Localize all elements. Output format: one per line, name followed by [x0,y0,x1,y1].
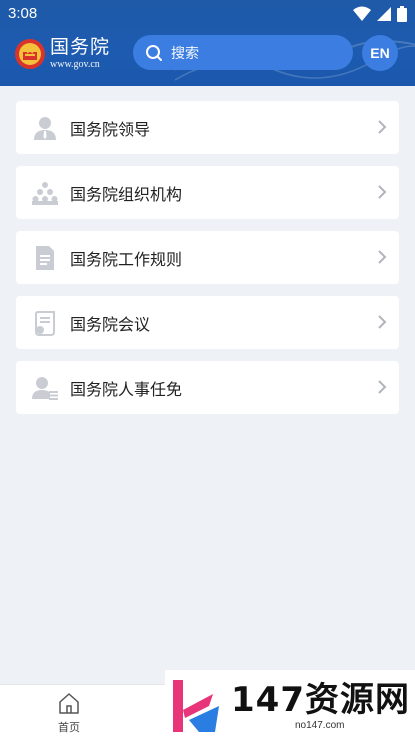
status-icons [353,5,407,23]
meeting-scroll-icon [35,311,55,336]
menu-list: 国务院领导 国务院组织机构 国务院工作规则 国务院会议 国务院人事任免 [16,101,399,426]
chevron-right-icon [378,380,387,394]
site-watermark: 147资源网 no147.com [165,670,415,739]
watermark-brand: 147资源网 [231,680,410,720]
signal-icon [377,7,391,21]
menu-item-leaders[interactable]: 国务院领导 [16,101,399,154]
menu-item-label: 国务院领导 [70,119,151,139]
chevron-right-icon [378,120,387,134]
status-time: 3:08 [8,5,38,22]
app-header: 3:08 国务院 www.gov.cn 搜索 EN [0,0,415,86]
watermark-url: no147.com [295,720,345,731]
document-icon [36,246,54,270]
search-icon [146,44,162,61]
battery-icon [397,6,407,22]
menu-item-label: 国务院组织机构 [70,184,183,204]
logo-title: 国务院 [50,36,111,58]
gov-logo[interactable]: 国务院 www.gov.cn [14,36,110,72]
search-bar[interactable]: 搜索 [133,35,353,70]
chevron-right-icon [378,185,387,199]
organization-icon [32,182,58,205]
logo-subtitle: www.gov.cn [50,59,100,70]
language-en-button[interactable]: EN [362,35,398,71]
tab-home[interactable]: 首页 [52,691,86,735]
menu-item-personnel[interactable]: 国务院人事任免 [16,361,399,414]
personnel-icon [32,377,58,400]
search-placeholder: 搜索 [171,45,199,62]
chevron-right-icon [378,315,387,329]
menu-item-label: 国务院人事任免 [70,379,183,399]
wifi-icon [353,6,371,21]
person-icon [34,117,56,140]
menu-item-label: 国务院工作规则 [70,249,183,269]
watermark-logo-icon [173,680,219,732]
menu-item-label: 国务院会议 [70,314,151,334]
menu-item-work-rules[interactable]: 国务院工作规则 [16,231,399,284]
menu-item-meetings[interactable]: 国务院会议 [16,296,399,349]
national-emblem-icon [15,39,45,69]
menu-item-organization[interactable]: 国务院组织机构 [16,166,399,219]
status-bar: 3:08 [0,0,415,28]
home-icon [59,693,79,714]
tab-home-label: 首页 [58,721,80,734]
chevron-right-icon [378,250,387,264]
